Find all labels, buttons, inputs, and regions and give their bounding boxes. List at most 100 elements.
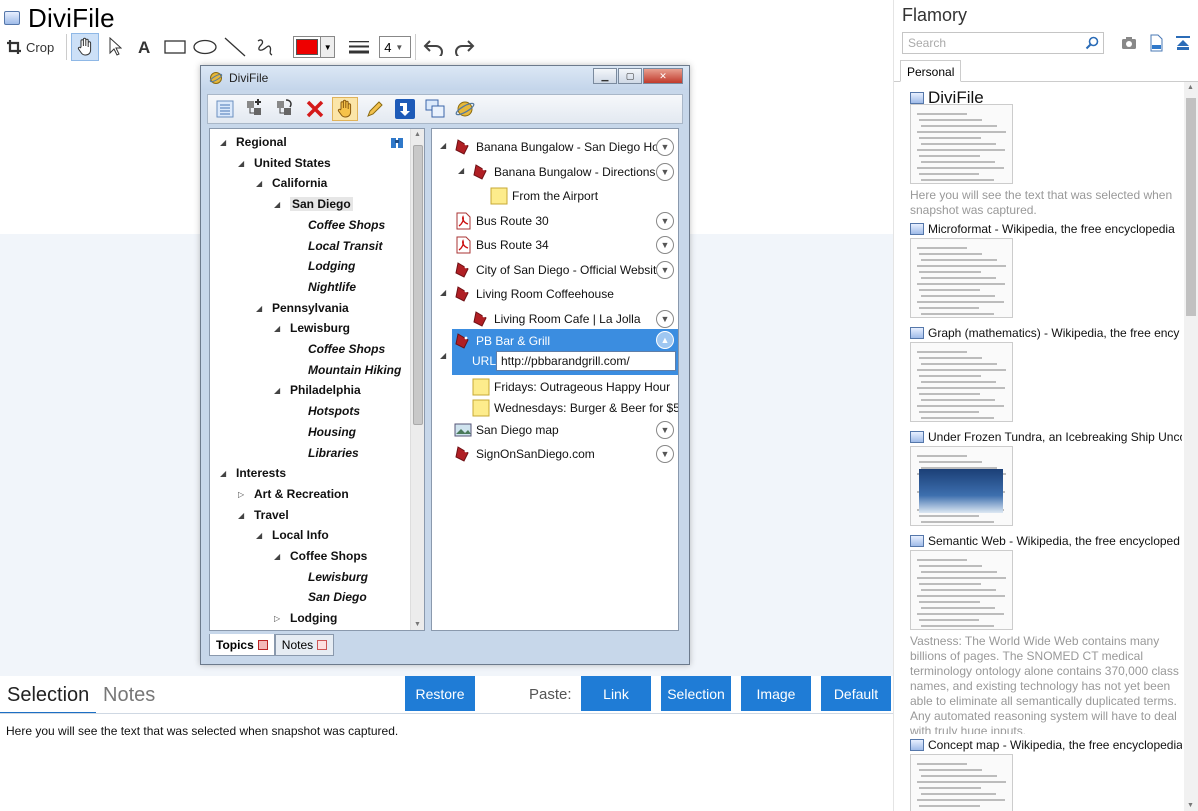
tree-node[interactable]: Coffee Shops (308, 218, 385, 232)
list-item[interactable]: San Diego map (476, 423, 559, 437)
search-icon[interactable] (1085, 36, 1099, 50)
tree-node[interactable]: Travel (254, 508, 289, 522)
paste-link-button[interactable]: Link (581, 676, 651, 711)
expanded-triangle-icon[interactable]: ◢ (274, 552, 280, 561)
ellipse-tool-button[interactable] (191, 33, 219, 61)
tree-node[interactable]: California (272, 176, 327, 190)
chevron-down-icon[interactable]: ▼ (656, 236, 674, 254)
chevron-down-icon[interactable]: ▼ (656, 211, 674, 230)
tree-node[interactable]: Lewisburg (308, 570, 368, 584)
tree-node[interactable]: United States (254, 156, 331, 170)
stroke-color-picker[interactable]: ▼ (293, 36, 336, 58)
snapshot-title[interactable]: Graph (mathematics) - Wikipedia, the fre… (910, 326, 1182, 340)
search-input[interactable]: Search (902, 32, 1104, 54)
collapsed-triangle-icon[interactable]: ▷ (238, 490, 244, 499)
tree-node[interactable]: Pennsylvania (272, 301, 349, 315)
add-topic-button[interactable] (242, 97, 268, 121)
line-tool-button[interactable] (221, 33, 249, 61)
expanded-triangle-icon[interactable]: ◢ (274, 200, 280, 209)
expanded-triangle-icon[interactable]: ◢ (274, 386, 280, 395)
tree-node[interactable]: Coffee Shops (290, 549, 367, 563)
chevron-down-icon[interactable]: ▼ (656, 421, 674, 439)
document-icon[interactable] (1147, 34, 1165, 52)
chevron-down-icon[interactable]: ▼ (656, 162, 674, 181)
tree-node[interactable]: Regional (236, 135, 287, 149)
tree-node[interactable]: San Diego (308, 590, 367, 604)
snapshot-thumbnail[interactable] (910, 342, 1013, 422)
tree-node[interactable]: Coffee Shops (308, 342, 385, 356)
close-button[interactable]: ✕ (643, 68, 683, 84)
expanded-triangle-icon[interactable]: ◢ (256, 179, 262, 188)
snapshot-title[interactable]: Microformat - Wikipedia, the free encycl… (910, 222, 1182, 236)
rectangle-tool-button[interactable] (161, 33, 189, 61)
camera-icon[interactable] (1120, 34, 1138, 52)
expanded-triangle-icon[interactable]: ◢ (274, 324, 280, 333)
expanded-triangle-icon[interactable]: ◢ (238, 159, 244, 168)
tree-node[interactable]: Interests (236, 466, 286, 480)
line-width-button[interactable] (345, 33, 373, 61)
list-item[interactable]: From the Airport (512, 189, 598, 203)
tree-node[interactable]: Hotspots (308, 404, 360, 418)
expanded-triangle-icon[interactable]: ◢ (440, 288, 446, 297)
tab-selection[interactable]: Selection (7, 684, 89, 707)
expanded-triangle-icon[interactable]: ◢ (256, 304, 262, 313)
tree-node[interactable]: San Diego (290, 197, 353, 212)
snapshot-thumbnail[interactable] (910, 754, 1013, 811)
list-item[interactable]: Banana Bungalow - Directions (494, 165, 655, 179)
tree-node[interactable]: Housing (308, 425, 356, 439)
list-item[interactable]: Wednesdays: Burger & Beer for $5 (494, 401, 678, 415)
list-item[interactable]: Living Room Coffeehouse (476, 287, 614, 301)
list-item[interactable]: Fridays: Outrageous Happy Hour (494, 380, 670, 394)
tab-notes[interactable]: Notes (274, 634, 335, 656)
item-list[interactable]: PB Bar & Grill ▲ URL: http://pbbarandgri… (431, 128, 679, 631)
tree-scroll-thumb[interactable] (413, 145, 423, 425)
tab-close-icon[interactable] (317, 640, 328, 650)
pencil-button[interactable] (362, 97, 388, 121)
freehand-tool-button[interactable] (251, 33, 279, 61)
expanded-triangle-icon[interactable]: ◢ (458, 166, 464, 175)
snapshot-title[interactable]: Under Frozen Tundra, an Icebreaking Ship… (910, 430, 1182, 444)
tree-node[interactable]: Philadelphia (290, 383, 361, 397)
tree-node[interactable]: Lewisburg (290, 321, 350, 335)
line-width-select[interactable]: 4 ▼ (379, 36, 412, 58)
tab-notes-bottom[interactable]: Notes (103, 684, 155, 707)
tree-node[interactable]: Local Info (272, 528, 329, 542)
collapse-panel-icon[interactable] (1174, 34, 1192, 52)
list-view-button[interactable] (212, 97, 238, 121)
selected-item-row[interactable]: PB Bar & Grill ▲ URL: http://pbbarandgri… (452, 329, 678, 375)
list-item[interactable]: Bus Route 34 (476, 238, 549, 252)
tree-node[interactable]: Lodging (308, 259, 355, 273)
tab-close-icon[interactable] (257, 639, 268, 650)
tree-node[interactable]: Libraries (308, 446, 359, 460)
tree-node[interactable]: Local Transit (308, 239, 382, 253)
binoculars-icon[interactable] (390, 137, 404, 149)
import-button[interactable] (392, 97, 418, 121)
hand-mode-button[interactable] (332, 97, 358, 121)
windows-button[interactable] (422, 97, 448, 121)
list-item[interactable]: SignOnSanDiego.com (476, 447, 595, 461)
expanded-triangle-icon[interactable]: ◢ (440, 141, 446, 150)
list-item[interactable]: Bus Route 30 (476, 214, 549, 228)
chevron-down-icon[interactable]: ▼ (656, 309, 674, 328)
snapshot-title[interactable]: Semantic Web - Wikipedia, the free encyc… (910, 534, 1182, 548)
tree-node[interactable]: Art & Recreation (254, 487, 349, 501)
expanded-triangle-icon[interactable]: ◢ (256, 531, 262, 540)
delete-button[interactable] (302, 97, 328, 121)
maximize-button[interactable]: ▢ (618, 68, 642, 84)
select-tool-button[interactable] (101, 33, 129, 61)
chevron-down-icon[interactable]: ▼ (656, 260, 674, 279)
list-item[interactable]: Banana Bungalow - San Diego Hos (476, 140, 665, 154)
paste-selection-button[interactable]: Selection (661, 676, 731, 711)
expanded-triangle-icon[interactable]: ◢ (238, 511, 244, 520)
paste-default-button[interactable]: Default (821, 676, 891, 711)
snapshot-thumbnail[interactable] (910, 238, 1013, 318)
flamory-scroll-thumb[interactable] (1186, 98, 1196, 316)
url-field[interactable]: http://pbbarandgrill.com/ (496, 351, 676, 371)
undo-button[interactable] (420, 33, 448, 61)
tree-node[interactable]: Lodging (290, 611, 337, 625)
redo-button[interactable] (450, 33, 478, 61)
snapshot-thumbnail[interactable] (910, 550, 1013, 630)
tree-node[interactable]: Mountain Hiking (308, 363, 401, 377)
paste-image-button[interactable]: Image (741, 676, 811, 711)
expanded-triangle-icon[interactable]: ◢ (220, 469, 226, 478)
